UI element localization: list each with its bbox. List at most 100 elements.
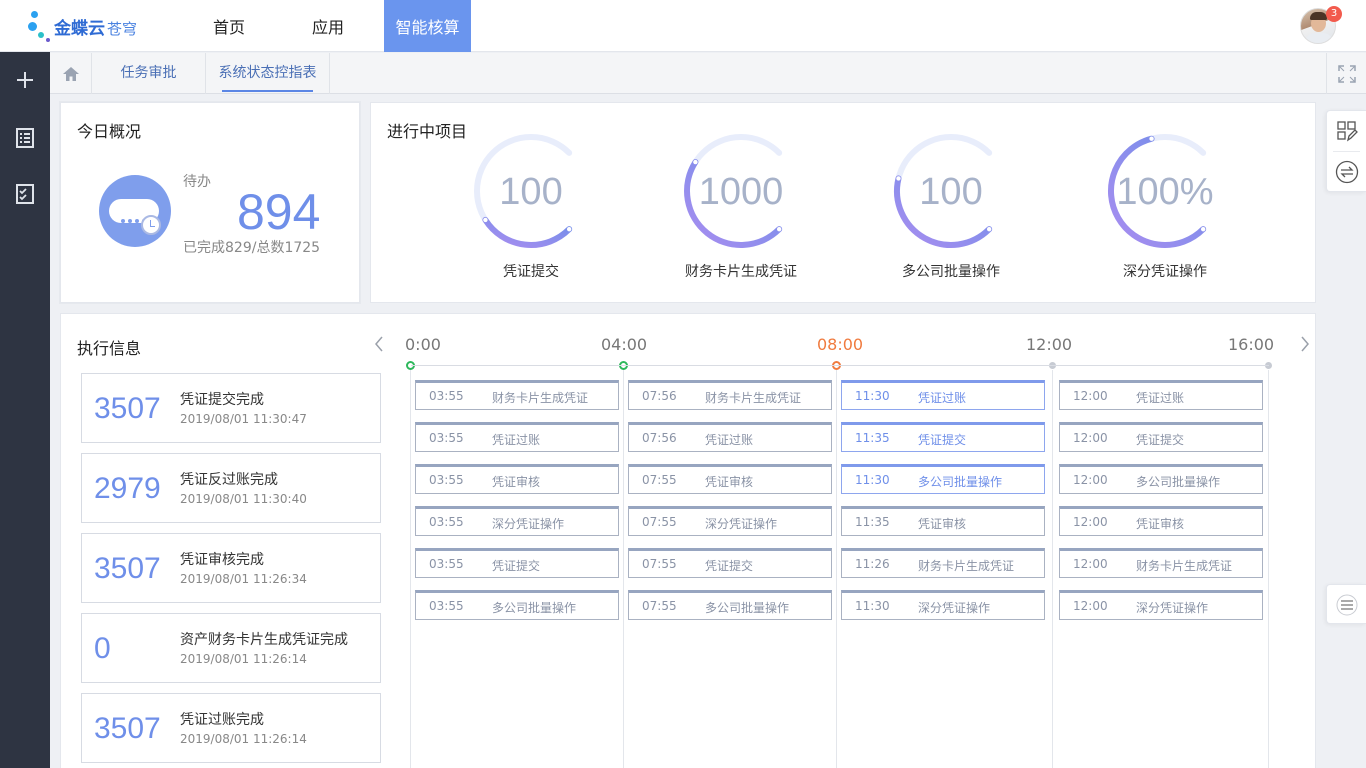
timeline-column-line [836, 370, 837, 768]
task-name: 凭证提交 [1136, 433, 1185, 447]
task-name: 深分凭证操作 [918, 601, 991, 615]
exec-item[interactable]: 3507 凭证审核完成 2019/08/01 11:26:34 [81, 533, 381, 603]
pending-count[interactable]: 894 [237, 183, 320, 241]
exec-item[interactable]: 2979 凭证反过账完成 2019/08/01 11:30:40 [81, 453, 381, 523]
exec-name: 凭证过账完成 [180, 712, 264, 728]
timeline-task[interactable]: 11:26 财务卡片生成凭证 [841, 548, 1045, 578]
task-time: 11:30 [855, 473, 890, 487]
task-name: 凭证过账 [918, 391, 967, 405]
task-name: 财务卡片生成凭证 [1136, 559, 1233, 573]
menu-button[interactable] [1326, 584, 1366, 624]
timeline-task[interactable]: 11:35 凭证提交 [841, 422, 1045, 452]
task-time: 12:00 [1073, 557, 1108, 571]
gauge-value: 100 [499, 171, 563, 213]
timeline-task[interactable]: 03:55 财务卡片生成凭证 [415, 380, 619, 410]
timeline-task[interactable]: 07:55 凭证审核 [628, 464, 832, 494]
tab-task-approval[interactable]: 任务审批 [92, 53, 206, 94]
timeline-task[interactable]: 12:00 财务卡片生成凭证 [1059, 548, 1263, 578]
fullscreen-icon [1337, 64, 1356, 83]
timeline-task[interactable]: 12:00 凭证审核 [1059, 506, 1263, 536]
switch-arrows-icon [1335, 160, 1359, 184]
task-name: 凭证过账 [705, 433, 754, 447]
timeline-task[interactable]: 03:55 深分凭证操作 [415, 506, 619, 536]
timeline-task[interactable]: 12:00 凭证过账 [1059, 380, 1263, 410]
task-time: 03:55 [429, 389, 464, 403]
task-name: 凭证过账 [492, 433, 541, 447]
exec-count: 3507 [94, 552, 161, 585]
brand-logo[interactable]: 金蝶云 苍穹 [28, 8, 148, 44]
nav-smart-accounting[interactable]: 智能核算 [384, 0, 471, 52]
project-gauge[interactable]: 1000 财务卡片生成凭证 [671, 131, 811, 291]
tab-system-status[interactable]: 系统状态控指表 [206, 53, 330, 94]
nav-apps[interactable]: 应用 [294, 0, 362, 52]
task-time: 12:00 [1073, 473, 1108, 487]
nav-home[interactable]: 首页 [194, 0, 264, 52]
timeline-task[interactable]: 03:55 多公司批量操作 [415, 590, 619, 620]
layout-edit-button[interactable] [1327, 111, 1366, 151]
layout-edit-icon [1337, 121, 1358, 142]
task-name: 多公司批量操作 [492, 601, 577, 615]
exec-time: 2019/08/01 11:26:34 [180, 572, 307, 586]
task-time: 12:00 [1073, 431, 1108, 445]
timeline-task[interactable]: 11:30 凭证过账 [841, 380, 1045, 410]
tab-bar: 任务审批 系统状态控指表 [50, 53, 1366, 94]
exec-time: 2019/08/01 11:30:47 [180, 412, 307, 426]
checklist-button[interactable] [0, 174, 50, 214]
timeline-task[interactable]: 03:55 凭证审核 [415, 464, 619, 494]
project-gauge[interactable]: 100 多公司批量操作 [881, 131, 1021, 291]
timeline-prev-button[interactable] [373, 334, 385, 358]
timeline-task[interactable]: 07:55 多公司批量操作 [628, 590, 832, 620]
exec-item[interactable]: 3507 凭证过账完成 2019/08/01 11:26:14 [81, 693, 381, 763]
task-name: 凭证提交 [492, 559, 541, 573]
timeline-next-button[interactable] [1299, 334, 1311, 358]
exec-count: 3507 [94, 712, 161, 745]
top-bar: 金蝶云 苍穹 首页 应用 智能核算 3 [0, 0, 1366, 52]
exec-item[interactable]: 0 资产财务卡片生成凭证完成 2019/08/01 11:26:14 [81, 613, 381, 683]
fullscreen-button[interactable] [1326, 53, 1366, 94]
timeline-task[interactable]: 07:55 凭证提交 [628, 548, 832, 578]
project-gauge[interactable]: 100 凭证提交 [461, 131, 601, 291]
task-time: 11:30 [855, 389, 890, 403]
exec-time: 2019/08/01 11:26:14 [180, 652, 307, 666]
timeline-tick-label: 08:00 [817, 335, 864, 354]
task-name: 多公司批量操作 [918, 475, 1003, 489]
timeline-task[interactable]: 11:30 深分凭证操作 [841, 590, 1045, 620]
timeline-task[interactable]: 12:00 多公司批量操作 [1059, 464, 1263, 494]
logo-dots-icon [28, 8, 54, 44]
timeline-task[interactable]: 07:55 深分凭证操作 [628, 506, 832, 536]
timeline-task[interactable]: 11:30 多公司批量操作 [841, 464, 1045, 494]
task-name: 凭证审核 [918, 517, 967, 531]
list-button[interactable] [0, 118, 50, 158]
task-name: 深分凭证操作 [1136, 601, 1209, 615]
exec-name: 凭证审核完成 [180, 552, 264, 568]
menu-lines-icon [1336, 594, 1358, 616]
timeline-tick-label: 0:00 [405, 335, 441, 354]
exec-title: 执行信息 [77, 339, 142, 358]
exec-name: 凭证反过账完成 [180, 472, 278, 488]
timeline-task[interactable]: 07:56 凭证过账 [628, 422, 832, 452]
task-name: 凭证审核 [492, 475, 541, 489]
timeline-task[interactable]: 11:35 凭证审核 [841, 506, 1045, 536]
add-button[interactable] [0, 60, 50, 100]
timeline-task[interactable]: 07:56 财务卡片生成凭证 [628, 380, 832, 410]
task-time: 03:55 [429, 473, 464, 487]
switch-button[interactable] [1327, 152, 1366, 192]
project-gauge[interactable]: 100% 深分凭证操作 [1095, 131, 1235, 291]
task-name: 多公司批量操作 [1136, 475, 1221, 489]
timeline-tick-label: 16:00 [1228, 335, 1275, 354]
timeline-task[interactable]: 03:55 凭证提交 [415, 548, 619, 578]
exec-item[interactable]: 3507 凭证提交完成 2019/08/01 11:30:47 [81, 373, 381, 443]
task-name: 凭证提交 [705, 559, 754, 573]
timeline-task[interactable]: 12:00 凭证提交 [1059, 422, 1263, 452]
exec-count: 2979 [94, 472, 161, 505]
task-name: 财务卡片生成凭证 [918, 559, 1015, 573]
timeline-task[interactable]: 03:55 凭证过账 [415, 422, 619, 452]
timeline-task[interactable]: 12:00 深分凭证操作 [1059, 590, 1263, 620]
checklist-icon [16, 184, 34, 204]
tab-home[interactable] [50, 53, 92, 94]
timeline-tick-label: 04:00 [601, 335, 648, 354]
timeline-column-line [1052, 370, 1053, 768]
task-time: 07:55 [642, 473, 677, 487]
timeline-column-line [1268, 370, 1269, 768]
list-icon [16, 128, 34, 148]
